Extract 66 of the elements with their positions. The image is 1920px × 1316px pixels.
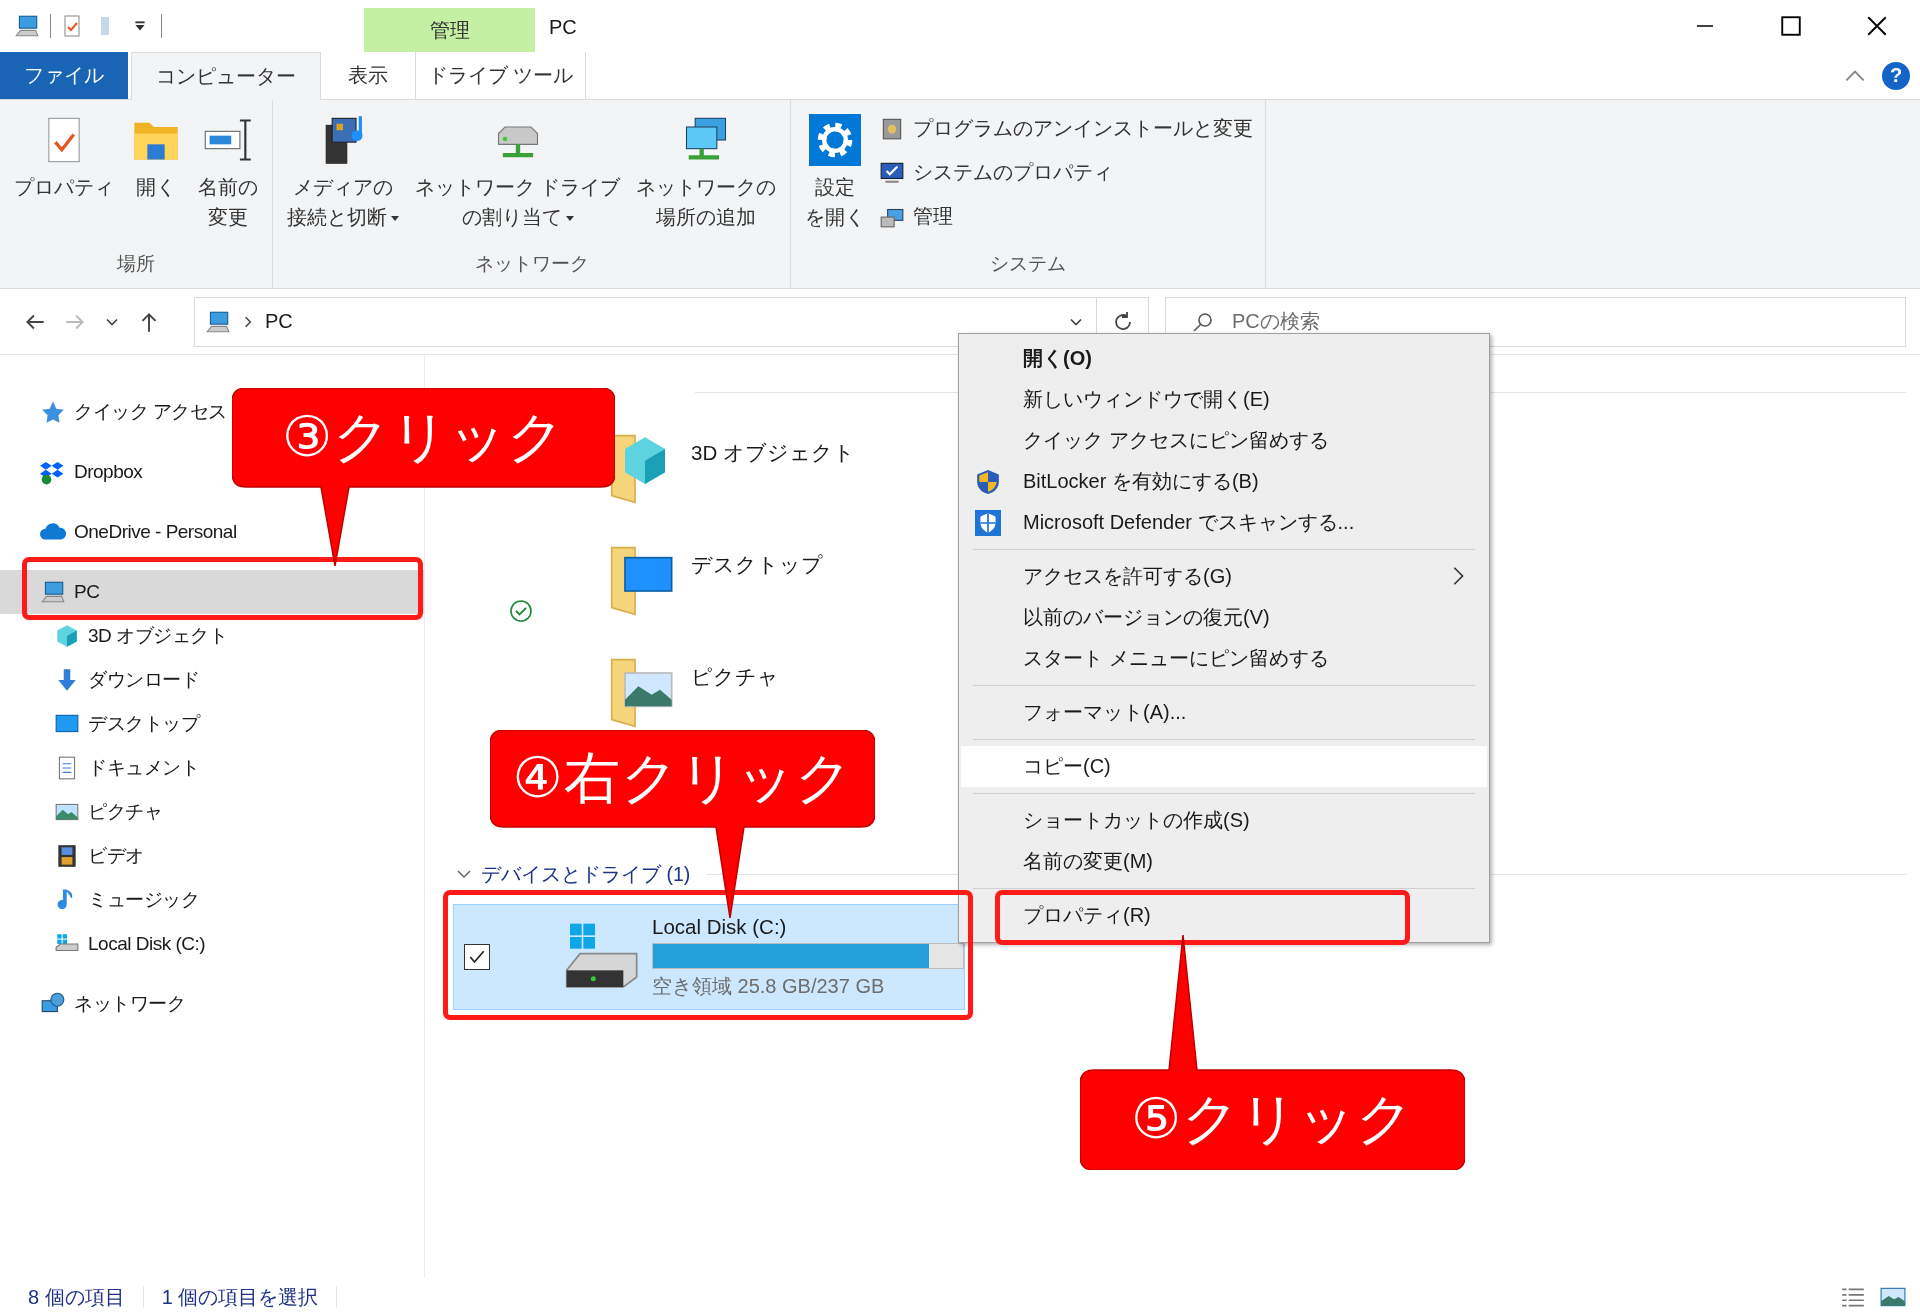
menu-item[interactable]: 以前のバージョンの復元(V) (1023, 604, 1270, 631)
computer-icon (40, 579, 66, 605)
menu-item[interactable]: Microsoft Defender でスキャンする... (1023, 509, 1355, 536)
menu-item[interactable]: スタート メニューにピン留めする (1023, 645, 1329, 672)
nav-item[interactable]: デスクトップ (0, 702, 203, 746)
minimize-icon (1696, 25, 1714, 27)
nav-item[interactable]: ドキュメント (0, 746, 203, 790)
nav-item[interactable]: Dropbox (0, 450, 147, 494)
menu-item[interactable]: クイック アクセスにピン留めする (1023, 427, 1329, 454)
maximize-icon (1781, 16, 1801, 36)
nav-item[interactable]: ピクチャ (0, 790, 166, 834)
ribbon-button[interactable]: ネットワーク ドライブ の割り当て (409, 106, 627, 236)
ribbon-button[interactable]: メディアの 接続と切断 (281, 106, 405, 236)
star-icon (40, 399, 66, 425)
context-tab-label: 管理 (364, 8, 535, 52)
group-label: 場所 (116, 252, 156, 276)
ribbon-button[interactable]: 設定 を開く (799, 106, 872, 236)
nav-item[interactable]: Local Disk (C:) (0, 922, 210, 966)
menu-item[interactable]: フォーマット(A)... (1023, 699, 1187, 726)
ribbon-button[interactable]: プロパティ (8, 106, 120, 206)
menu-item[interactable]: BitLocker を有効にする(B) (1023, 468, 1259, 495)
menu-item[interactable]: コピー(C) (1023, 753, 1111, 780)
ribbon-button[interactable]: 開く (124, 106, 188, 206)
nav-item[interactable]: 3D オブジェクト (0, 614, 232, 658)
menu-item[interactable]: ショートカットの作成(S) (1023, 807, 1250, 834)
folder-name[interactable]: デスクトップ (691, 541, 823, 579)
section-header[interactable]: デバイスとドライブ (1) (481, 860, 691, 888)
dropbox-icon (40, 459, 66, 485)
checkbox[interactable] (464, 944, 490, 970)
selection-count: 1 個の項目を選択 (161, 1284, 319, 1310)
ribbon-button[interactable]: 管理 (875, 196, 1258, 236)
group-label: ネットワーク (473, 252, 590, 276)
ribbon-button[interactable]: プログラムのアンインストールと変更 (875, 108, 1258, 148)
group-label: システム (989, 252, 1068, 276)
help-button[interactable]: ? (1882, 61, 1910, 90)
defender-shield-icon (975, 510, 1001, 536)
ribbon-button[interactable]: システムのプロパティ (875, 152, 1258, 192)
nav-item[interactable]: ビデオ (0, 834, 148, 878)
ribbon-tab[interactable]: ドライブ ツール (415, 52, 586, 99)
shield-icon (975, 469, 1001, 495)
settings-icon (809, 114, 862, 166)
file-tab[interactable]: ファイル (0, 52, 128, 99)
computer-icon[interactable] (14, 13, 40, 39)
menu-item[interactable]: プロパティ(R) (1023, 902, 1151, 929)
ribbon-tab[interactable]: コンピューター (131, 52, 321, 100)
nav-item[interactable]: クイック アクセス (0, 390, 231, 434)
menu-item[interactable]: 新しいウィンドウで開く(E) (1023, 386, 1270, 413)
nav-item[interactable]: ネットワーク (0, 982, 189, 1026)
ribbon-button[interactable]: ネットワークの 場所の追加 (630, 106, 783, 236)
cube-icon (54, 623, 80, 649)
callout: ⑤クリック (1080, 935, 1465, 1170)
nav-item[interactable]: PC (0, 570, 424, 614)
drive-tile[interactable]: Local Disk (C:) 空き領域 25.8 GB/237 GB (453, 904, 965, 1010)
menu-item[interactable]: アクセスを許可する(G) (1023, 563, 1232, 590)
item-count: 8 個の項目 (28, 1284, 125, 1310)
ribbon-button[interactable]: 名前の 変更 (192, 106, 264, 236)
nav-item[interactable]: ダウンロード (0, 658, 203, 702)
free-space-label: 空き領域 25.8 GB/237 GB (652, 973, 886, 999)
window-title: PC (548, 15, 578, 40)
folder-name[interactable]: 3D オブジェクト (691, 429, 855, 467)
menu-item[interactable]: 開く(O) (1023, 345, 1092, 372)
drive-name: Local Disk (C:) (652, 914, 788, 939)
menu-item[interactable]: 名前の変更(M) (1023, 848, 1153, 875)
nav-item[interactable]: ミュージック (0, 878, 203, 922)
folder-name[interactable]: ピクチャ (691, 653, 779, 691)
close-icon (1867, 16, 1887, 36)
